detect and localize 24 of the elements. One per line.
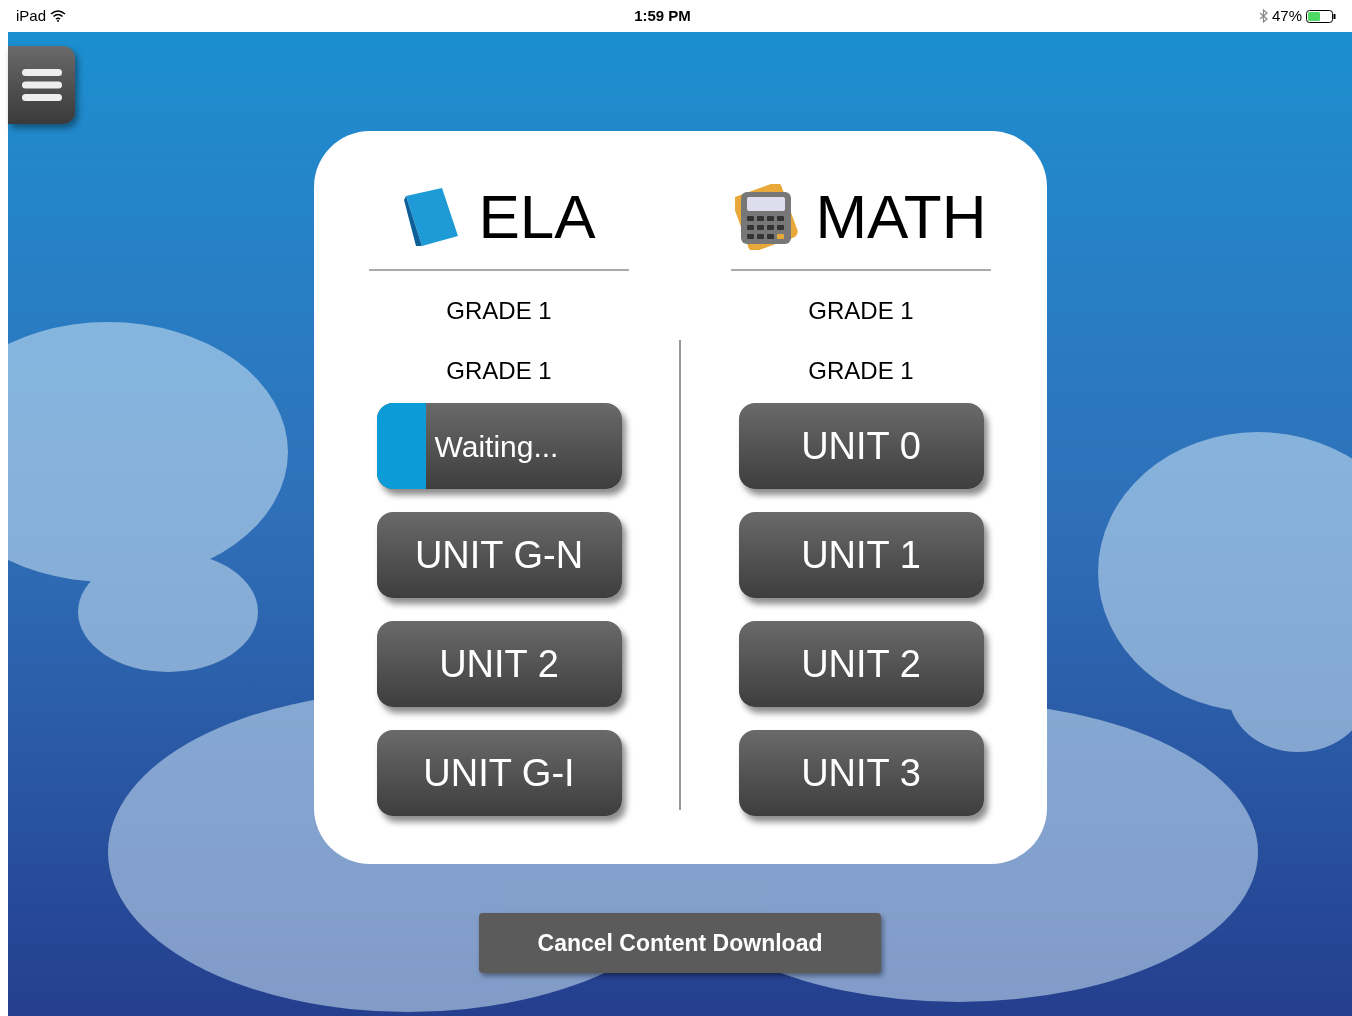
battery-percent: 47% bbox=[1271, 5, 1302, 26]
subject-title: MATH bbox=[815, 186, 987, 248]
download-progress-button[interactable]: Waiting... bbox=[376, 403, 622, 489]
bluetooth-icon bbox=[1258, 9, 1268, 23]
subject-title: ELA bbox=[478, 186, 596, 248]
wifi-icon bbox=[50, 10, 67, 22]
status-time: 1:59 PM bbox=[634, 5, 691, 26]
unit-button[interactable]: UNIT 2 bbox=[376, 621, 622, 707]
device-label: iPad bbox=[16, 5, 47, 26]
unit-button[interactable]: UNIT 3 bbox=[738, 730, 984, 816]
unit-button[interactable]: UNIT 0 bbox=[738, 403, 984, 489]
grade-label: GRADE 1 bbox=[446, 356, 552, 386]
grade-label: GRADE 1 bbox=[446, 296, 552, 326]
battery-icon bbox=[1306, 9, 1336, 23]
grade-label: GRADE 1 bbox=[808, 296, 914, 326]
unit-button[interactable]: UNIT 2 bbox=[738, 621, 984, 707]
menu-icon bbox=[21, 67, 62, 103]
unit-button[interactable]: UNIT 1 bbox=[738, 512, 984, 598]
grade-label: GRADE 1 bbox=[808, 356, 914, 386]
cancel-download-button[interactable]: Cancel Content Download bbox=[479, 913, 881, 973]
progress-label: Waiting... bbox=[434, 428, 559, 465]
unit-button[interactable]: UNIT G-N bbox=[376, 512, 622, 598]
unit-button[interactable]: UNIT G-I bbox=[376, 730, 622, 816]
menu-button[interactable] bbox=[8, 46, 75, 124]
